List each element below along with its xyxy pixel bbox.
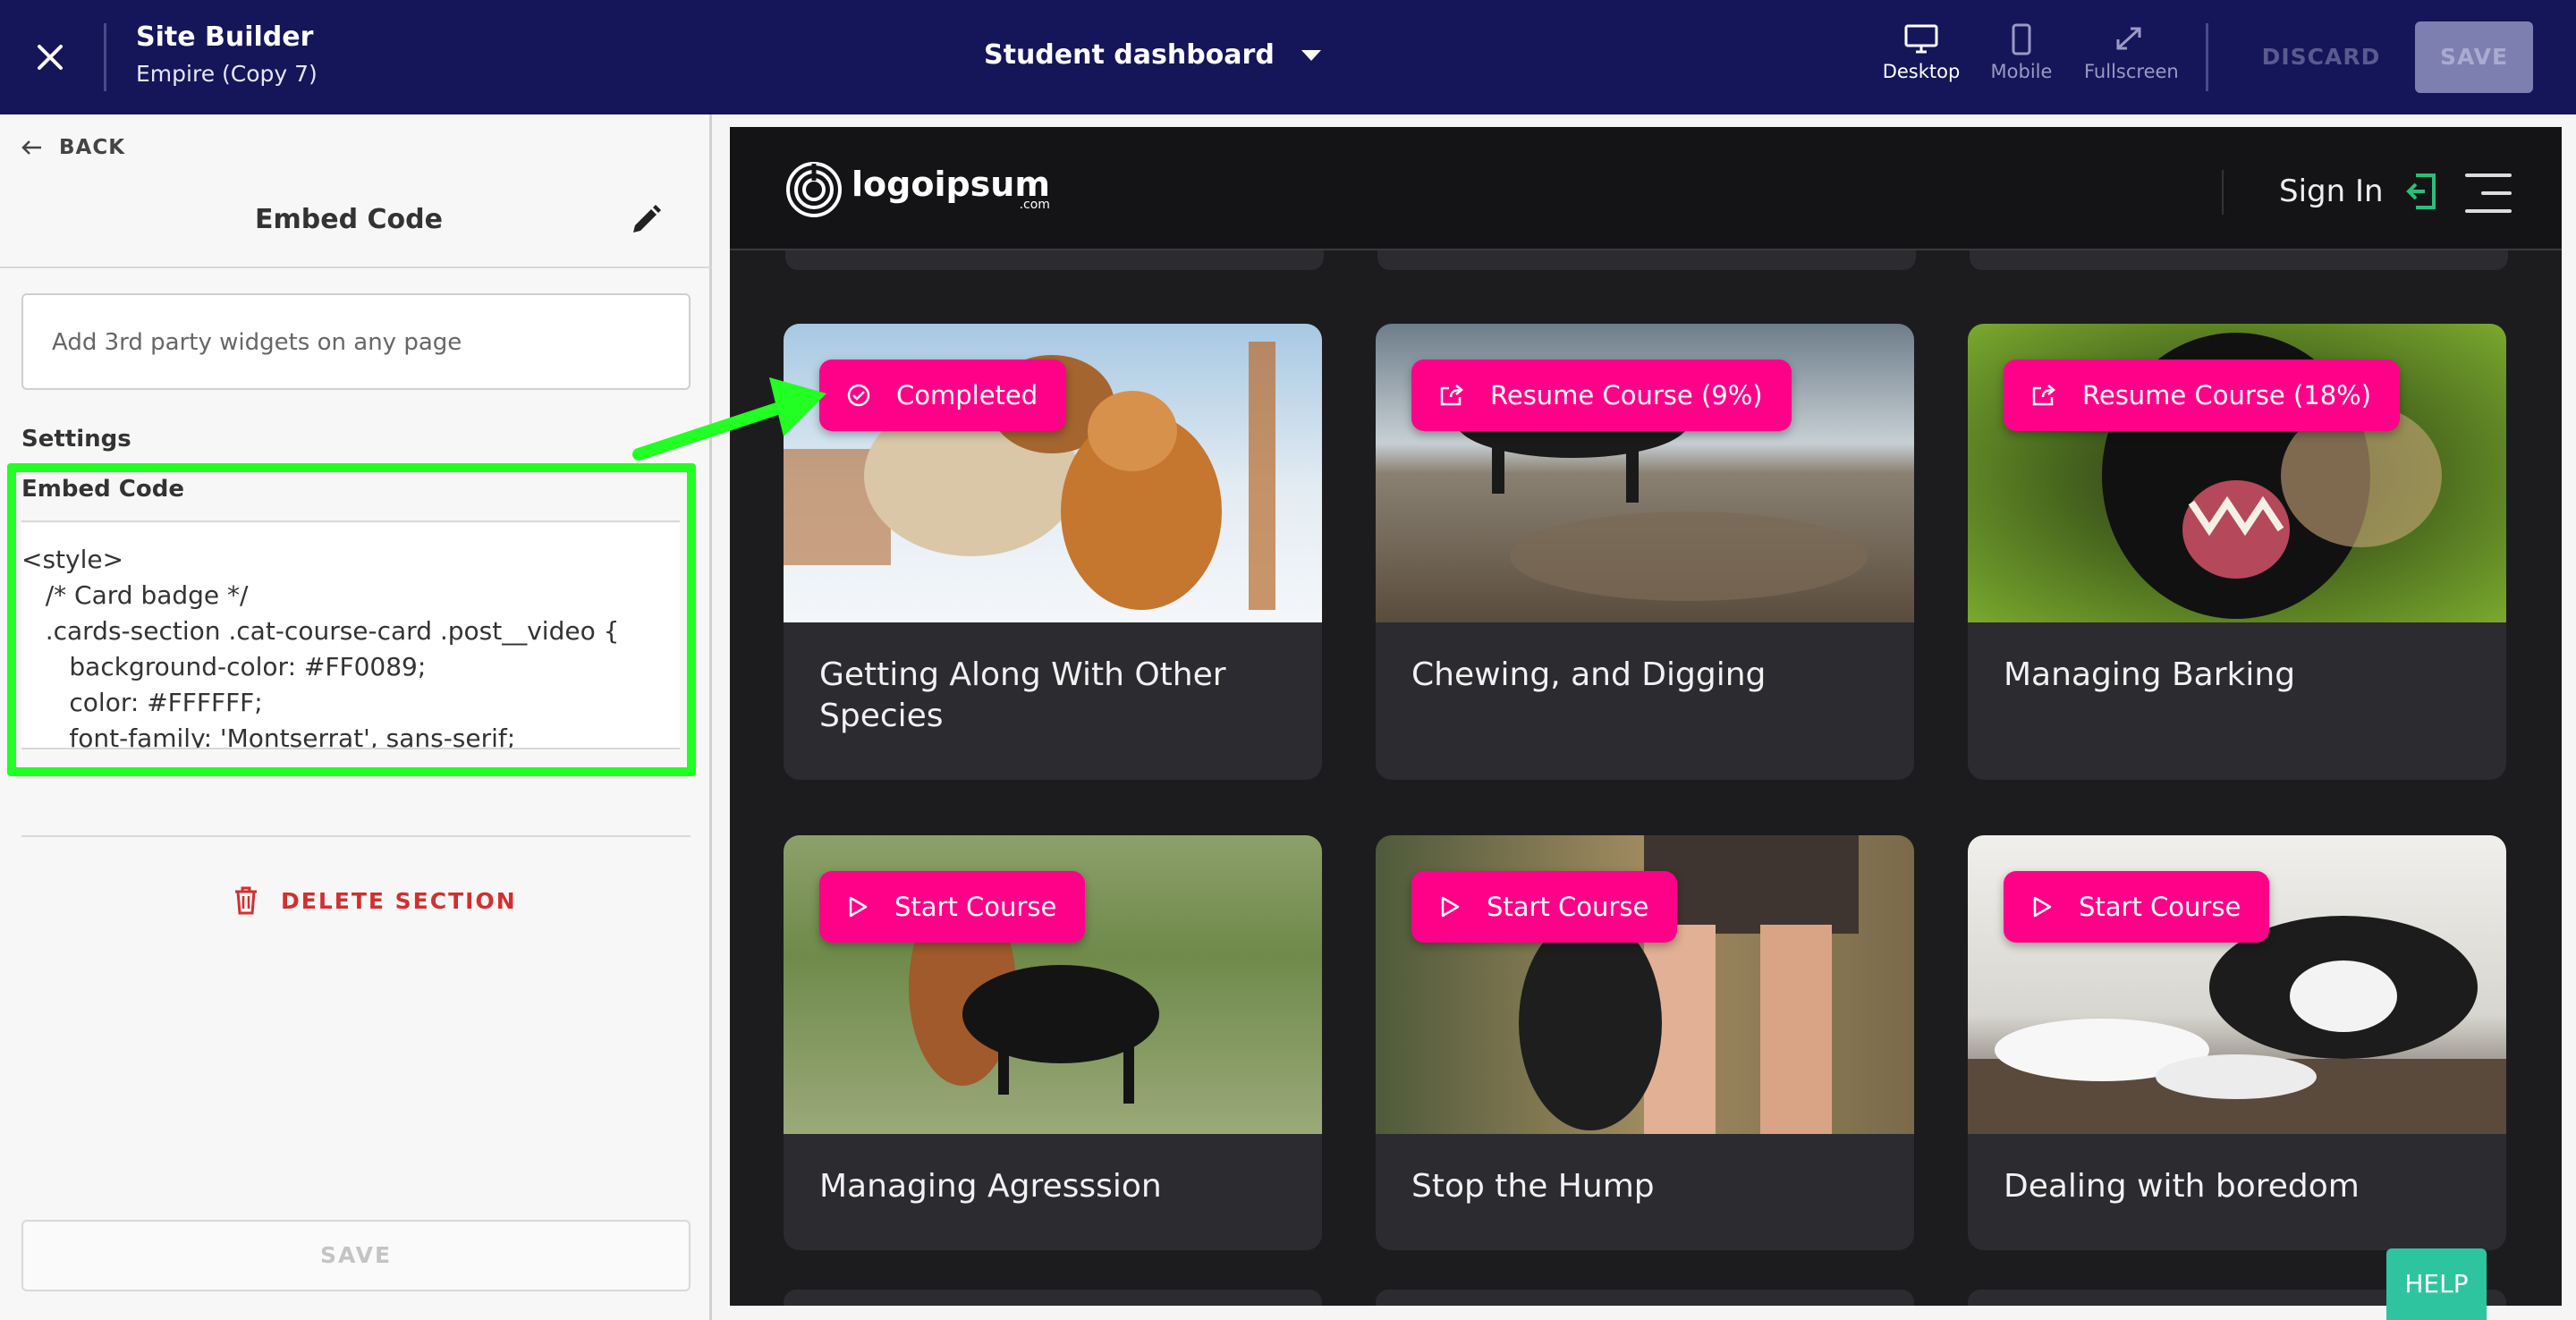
- play-icon: [849, 896, 868, 918]
- course-card[interactable]: Resume Course (9%) Chewing, and Digging: [1376, 324, 1914, 780]
- badge-label: Resume Course (9%): [1490, 380, 1763, 410]
- desktop-icon: [1904, 24, 1938, 54]
- description-field[interactable]: Add 3rd party widgets on any page: [21, 293, 691, 390]
- sign-in-label: Sign In: [2279, 173, 2384, 209]
- delete-section-button[interactable]: DELETE SECTION: [233, 885, 517, 916]
- sign-in-link[interactable]: Sign In: [2279, 172, 2437, 211]
- view-fullscreen-label: Fullscreen: [2084, 61, 2179, 82]
- card-partial: [1376, 1290, 1914, 1306]
- view-fullscreen-button[interactable]: Fullscreen: [2084, 23, 2179, 95]
- status-badge: Completed: [819, 360, 1067, 431]
- code-line: /* Card badge */: [21, 580, 249, 610]
- mobile-icon: [2012, 23, 2031, 55]
- site-preview: logoipsum .com Sign In Completed Getting…: [730, 127, 2562, 1306]
- settings-panel: BACK Embed Code Add 3rd party widgets on…: [0, 114, 712, 1320]
- share-icon: [2032, 385, 2055, 406]
- divider: [104, 23, 106, 91]
- close-icon[interactable]: [30, 38, 70, 77]
- view-desktop-button[interactable]: Desktop: [1877, 23, 1966, 95]
- sign-in-icon: [2405, 173, 2436, 209]
- caret-down-icon: [1301, 49, 1321, 61]
- check-circle-icon: [847, 384, 870, 407]
- arrow-left-icon: [21, 140, 41, 155]
- panel-title: Embed Code: [255, 204, 443, 235]
- site-header: logoipsum .com Sign In: [730, 127, 2562, 250]
- divider: [0, 267, 712, 268]
- card-partial: [784, 1290, 1322, 1306]
- view-desktop-label: Desktop: [1882, 61, 1961, 82]
- status-badge: Start Course: [2004, 871, 2270, 943]
- play-icon: [2033, 896, 2052, 918]
- card-partial: [1377, 250, 1916, 270]
- fullscreen-icon: [2116, 27, 2141, 50]
- pencil-icon[interactable]: [628, 202, 664, 238]
- badge-label: Start Course: [894, 892, 1057, 922]
- course-card[interactable]: Start Course Dealing with boredom: [1968, 835, 2506, 1250]
- code-line: .cards-section .cat-course-card .post__v…: [21, 616, 620, 646]
- card-partial: [1970, 250, 2508, 270]
- settings-label: Settings: [21, 426, 131, 453]
- badge-label: Completed: [896, 380, 1038, 410]
- save-button[interactable]: SAVE: [2415, 21, 2533, 93]
- course-card[interactable]: Start Course Managing Agresssion: [784, 835, 1322, 1250]
- course-title: Managing Agresssion: [819, 1168, 1162, 1205]
- course-card[interactable]: Resume Course (18%) Managing Barking: [1968, 324, 2506, 780]
- course-card[interactable]: Completed Getting Along With Other Speci…: [784, 324, 1322, 780]
- delete-section-label: DELETE SECTION: [281, 887, 517, 914]
- share-icon: [1440, 385, 1463, 406]
- embed-code-label: Embed Code: [21, 476, 184, 503]
- divider: [21, 835, 691, 837]
- code-line: color: #FFFFFF;: [21, 688, 263, 717]
- trash-icon: [235, 886, 257, 915]
- status-badge: Start Course: [1411, 871, 1678, 943]
- badge-label: Start Course: [2079, 892, 2241, 922]
- back-label: BACK: [59, 136, 126, 159]
- site-logo[interactable]: logoipsum .com: [785, 161, 1050, 218]
- code-line: font-family: 'Montserrat', sans-serif;: [21, 723, 516, 749]
- panel-save-button[interactable]: SAVE: [21, 1220, 691, 1291]
- status-badge: Resume Course (9%): [1411, 360, 1792, 431]
- help-button[interactable]: HELP: [2386, 1248, 2487, 1320]
- view-mobile-label: Mobile: [1990, 61, 2053, 82]
- course-title: Stop the Hump: [1411, 1168, 1655, 1205]
- page-selector-label: Student dashboard: [984, 39, 1275, 71]
- status-badge: Start Course: [819, 871, 1086, 943]
- divider: [2206, 23, 2208, 91]
- logo-text: logoipsum: [852, 165, 1050, 204]
- site-name: Empire (Copy 7): [136, 61, 318, 87]
- course-title: Managing Barking: [2004, 656, 2296, 693]
- card-partial: [785, 250, 1324, 270]
- discard-button[interactable]: DISCARD: [2254, 25, 2388, 89]
- badge-label: Start Course: [1487, 892, 1649, 922]
- course-title: Chewing, and Digging: [1411, 656, 1767, 693]
- page-selector[interactable]: Student dashboard: [984, 39, 1321, 71]
- logo-icon: [786, 162, 842, 217]
- course-card[interactable]: Start Course Stop the Hump: [1376, 835, 1914, 1250]
- badge-label: Resume Course (18%): [2082, 380, 2372, 410]
- code-line: background-color: #FF0089;: [21, 652, 427, 681]
- code-line: <style>: [21, 545, 124, 574]
- status-badge: Resume Course (18%): [2004, 360, 2401, 431]
- course-title: Getting Along With Other Species: [819, 656, 1226, 734]
- back-link[interactable]: BACK: [20, 136, 125, 159]
- play-icon: [1441, 896, 1460, 918]
- embed-code-textarea[interactable]: <style> /* Card badge */ .cards-section …: [21, 522, 680, 749]
- course-title: Dealing with boredom: [2004, 1168, 2360, 1205]
- app-title: Site Builder: [136, 21, 314, 53]
- view-mobile-button[interactable]: Mobile: [1977, 23, 2066, 95]
- top-bar: Site Builder Empire (Copy 7) Student das…: [0, 0, 2576, 114]
- divider: [2222, 170, 2224, 215]
- hamburger-menu-icon[interactable]: [2465, 170, 2512, 216]
